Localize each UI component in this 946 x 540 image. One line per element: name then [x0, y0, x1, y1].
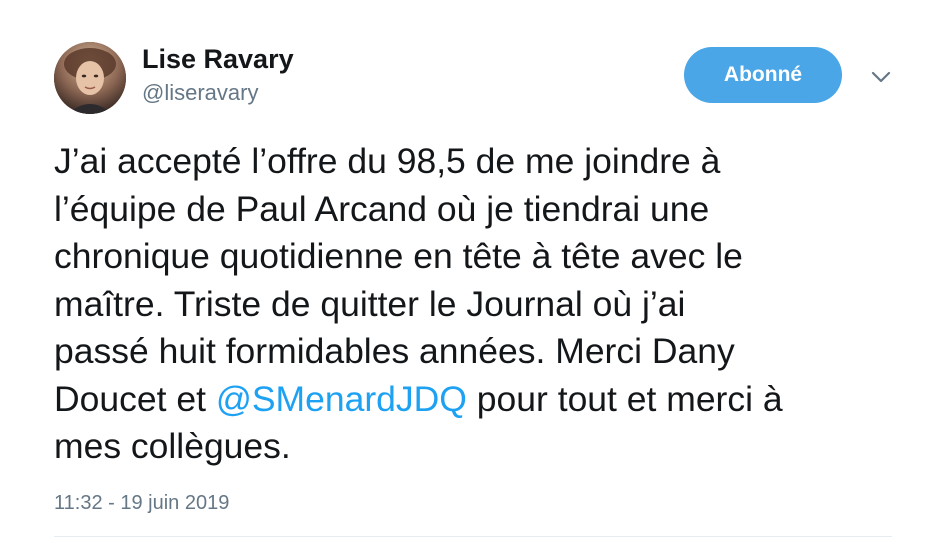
profile-photo: [54, 42, 126, 114]
following-button[interactable]: Abonné: [684, 47, 842, 103]
avatar[interactable]: [54, 42, 126, 114]
tweet-line: passé huit formidables années. Merci Dan…: [54, 331, 735, 371]
tweet-text-segment: Doucet et: [54, 378, 216, 419]
chevron-down-icon[interactable]: [868, 64, 894, 90]
tweet-text: J’ai accepté l’offre du 98,5 de me joind…: [54, 138, 924, 471]
tweet-line: maître. Triste de quitter le Journal où …: [54, 283, 686, 324]
tweet-line: chronique quotidienne en tête à tête ave…: [54, 236, 743, 276]
author-handle[interactable]: @liseravary: [142, 80, 258, 106]
tweet-text-segment: pour tout et merci à: [466, 378, 783, 419]
tweet-line: l’équipe de Paul Arcand où je tiendrai u…: [54, 188, 710, 229]
tweet-line: Doucet et @SMenardJDQ pour tout et merci…: [54, 376, 924, 424]
author-name[interactable]: Lise Ravary: [142, 44, 294, 75]
tweet-line: mes collègues.: [54, 426, 291, 466]
tweet-timestamp[interactable]: 11:32 - 19 juin 2019: [54, 492, 229, 515]
mention-link[interactable]: @SMenardJDQ: [216, 379, 467, 419]
tweet-line: J’ai accepté l’offre du 98,5 de me joind…: [54, 141, 721, 181]
divider: [54, 536, 892, 537]
